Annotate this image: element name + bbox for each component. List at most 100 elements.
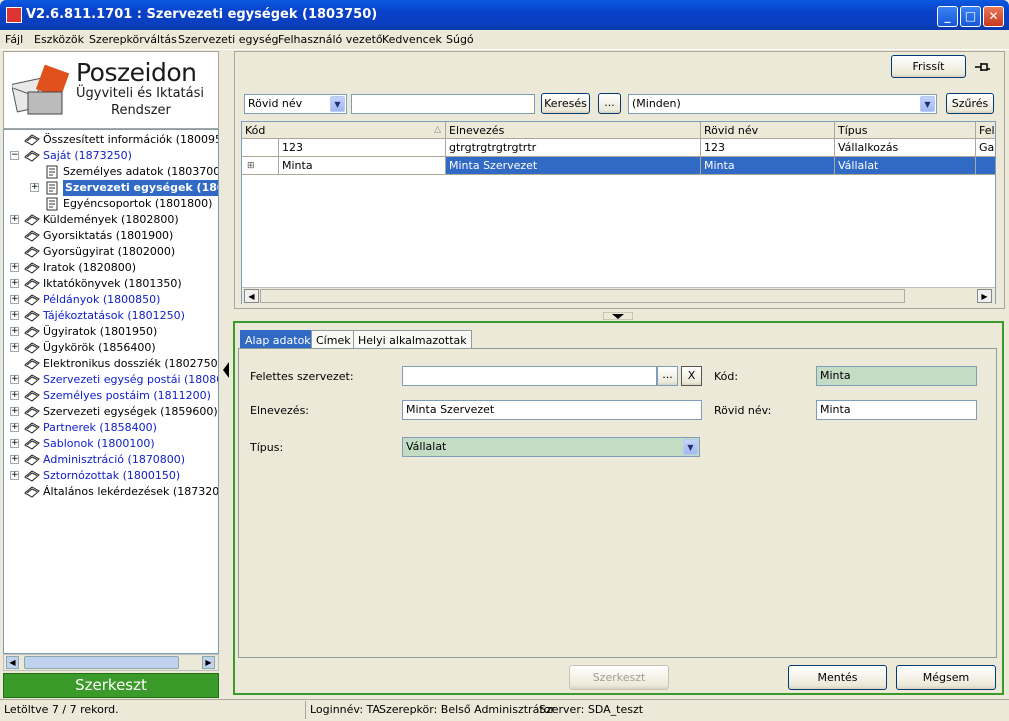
pin-icon[interactable] xyxy=(973,60,991,74)
close-button[interactable]: ✕ xyxy=(983,6,1004,27)
tree-item-label: Gyorsiktatás (1801900) xyxy=(43,229,174,242)
edit-button[interactable]: Szerkeszt xyxy=(569,665,669,690)
expand-icon[interactable]: + xyxy=(10,423,19,432)
menu-org-unit[interactable]: Szervezeti egység xyxy=(178,33,278,46)
tipus-select[interactable]: Vállalat ▼ xyxy=(402,437,700,457)
table-cell[interactable]: Vállalat xyxy=(835,157,976,175)
expand-icon[interactable]: + xyxy=(10,311,19,320)
table-cell[interactable]: gtrgtrgtrgtrgtrtr xyxy=(446,139,701,157)
tree-item-label: Összesített információk (1800950) xyxy=(43,133,219,146)
column-header-rovid-nev[interactable]: Rövid név xyxy=(701,122,835,139)
scroll-left-icon[interactable]: ◀ xyxy=(244,289,259,303)
logo: Poszeidon Ügyviteli és Iktatási Rendszer xyxy=(3,51,219,129)
refresh-button[interactable]: Frissít xyxy=(891,55,966,78)
column-header-kod[interactable]: Kód △ xyxy=(242,122,446,139)
expand-icon[interactable]: + xyxy=(10,439,19,448)
scroll-right-icon[interactable]: ▶ xyxy=(977,289,992,303)
chevron-down-icon[interactable]: ▼ xyxy=(330,96,345,112)
status-server: Szerver: SDA_teszt xyxy=(539,703,644,716)
menu-tools[interactable]: Eszközök xyxy=(34,33,84,46)
menu-favorites[interactable]: Kedvencek xyxy=(382,33,442,46)
status-records: Letöltve 7 / 7 rekord. xyxy=(4,703,119,716)
expand-row-icon[interactable]: ⊞ xyxy=(242,157,279,175)
menu-help[interactable]: Súgó xyxy=(446,33,474,46)
kod-field[interactable]: Minta xyxy=(816,366,977,386)
tree-item-label: Ügykörök (1856400) xyxy=(43,341,156,354)
menu-file[interactable]: Fájl xyxy=(5,33,23,46)
table-cell[interactable]: Minta xyxy=(701,157,835,175)
elnevezes-label: Elnevezés: xyxy=(250,404,310,417)
chevron-down-icon[interactable]: ▼ xyxy=(920,96,935,112)
collapse-icon[interactable]: − xyxy=(10,151,19,160)
expand-icon[interactable]: + xyxy=(10,407,19,416)
row-indicator[interactable] xyxy=(242,139,279,157)
expand-icon[interactable]: + xyxy=(10,375,19,384)
splitter-down-icon[interactable] xyxy=(603,312,633,320)
cancel-button[interactable]: Mégsem xyxy=(896,665,996,690)
expand-icon[interactable]: + xyxy=(10,343,19,352)
menu-role-switch[interactable]: Szerepkörváltás xyxy=(89,33,177,46)
expand-icon[interactable]: + xyxy=(10,295,19,304)
left-edit-button[interactable]: Szerkeszt xyxy=(3,673,219,698)
rovid-nev-field[interactable]: Minta xyxy=(816,400,977,420)
more-button[interactable]: ... xyxy=(598,93,621,114)
folder-icon xyxy=(24,150,40,162)
expand-icon[interactable]: + xyxy=(10,263,19,272)
clear-button[interactable]: X xyxy=(681,366,702,386)
tree-horizontal-scrollbar[interactable]: ◀ ▶ xyxy=(3,654,219,671)
collapse-left-icon[interactable] xyxy=(221,360,231,380)
search-field-select[interactable]: Rövid név ▼ xyxy=(244,94,347,114)
table-cell[interactable]: 123 xyxy=(701,139,835,157)
tree-item-label: Elektronikus dossziék (1802750) xyxy=(43,357,219,370)
filter-select[interactable]: (Minden) ▼ xyxy=(628,94,937,114)
tab-cimek[interactable]: Címek xyxy=(311,330,356,349)
scroll-thumb[interactable] xyxy=(260,289,905,303)
search-button[interactable]: Keresés xyxy=(541,93,590,114)
tree-item-label: Iratok (1820800) xyxy=(43,261,136,274)
tree-item-label: Példányok (1800850) xyxy=(43,293,161,306)
scroll-thumb[interactable] xyxy=(24,656,179,669)
maximize-button[interactable]: □ xyxy=(960,6,981,27)
data-grid[interactable]: Kód △ Elnevezés Rövid név Típus Fel 123 g… xyxy=(241,121,996,304)
expand-icon[interactable]: + xyxy=(10,455,19,464)
grid-horizontal-scrollbar[interactable]: ◀ ▶ xyxy=(242,287,995,304)
search-field-value: Rövid név xyxy=(248,97,303,110)
tab-alap-adatok[interactable]: Alap adatok xyxy=(240,330,316,349)
column-header-elnevezes[interactable]: Elnevezés xyxy=(446,122,701,139)
folder-icon xyxy=(24,310,40,322)
column-header-tipus[interactable]: Típus xyxy=(835,122,976,139)
logo-name: Poszeidon xyxy=(76,58,197,87)
column-header-fel[interactable]: Fel xyxy=(976,122,995,139)
expand-icon[interactable]: + xyxy=(10,215,19,224)
table-cell[interactable]: Vállalkozás xyxy=(835,139,976,157)
search-input[interactable] xyxy=(351,94,535,114)
felettes-input[interactable] xyxy=(402,366,657,386)
folder-icon xyxy=(24,230,40,242)
table-cell[interactable]: Minta xyxy=(279,157,446,175)
filter-button[interactable]: Szűrés xyxy=(946,93,994,114)
tab-helyi-alkalmazottak[interactable]: Helyi alkalmazottak xyxy=(353,330,472,349)
browse-button[interactable]: ... xyxy=(657,366,678,386)
table-cell[interactable]: Minta Szervezet xyxy=(446,157,701,175)
scroll-right-icon[interactable]: ▶ xyxy=(202,656,215,669)
sort-asc-icon: △ xyxy=(434,125,441,135)
elnevezes-field[interactable]: Minta Szervezet xyxy=(402,400,702,420)
chevron-down-icon[interactable]: ▼ xyxy=(683,439,698,455)
scroll-left-icon[interactable]: ◀ xyxy=(6,656,19,669)
table-cell[interactable]: 123 xyxy=(279,139,446,157)
menu-user-lead[interactable]: Felhasználó vezető xyxy=(278,33,383,46)
tree-item-label: Küldemények (1802800) xyxy=(43,213,179,226)
expand-icon[interactable]: + xyxy=(30,183,39,192)
expand-icon[interactable]: + xyxy=(10,279,19,288)
document-icon xyxy=(46,181,58,195)
navigation-tree[interactable]: Összesített információk (1800950) − Saját … xyxy=(3,129,219,654)
expand-icon[interactable]: + xyxy=(10,391,19,400)
minimize-button[interactable]: _ xyxy=(937,6,958,27)
logo-subtitle-2: Rendszer xyxy=(111,103,171,118)
table-cell[interactable] xyxy=(976,157,995,175)
expand-icon[interactable]: + xyxy=(10,471,19,480)
table-cell[interactable]: Ga xyxy=(976,139,995,157)
save-button[interactable]: Mentés xyxy=(788,665,887,690)
window-title: V2.6.811.1701 : Szervezeti egységek (180… xyxy=(26,7,378,22)
expand-icon[interactable]: + xyxy=(10,327,19,336)
